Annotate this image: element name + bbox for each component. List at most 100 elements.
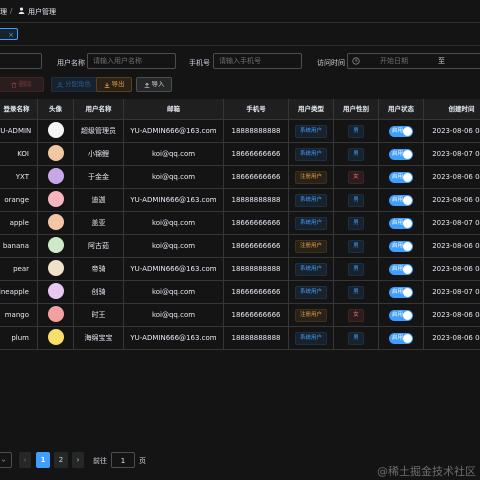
prev-page-button[interactable]: ‹ <box>19 452 31 468</box>
gender-badge: 男 <box>348 147 364 161</box>
table-row[interactable]: plum 海绵宝宝 YU-ADMIN666@163.com 18888888888 系统… <box>0 327 480 350</box>
cell-status: 启用 <box>379 189 424 212</box>
avatar[interactable] <box>47 168 64 184</box>
avatar[interactable] <box>47 260 64 276</box>
status-switch[interactable]: 启用 <box>389 286 413 298</box>
cell-user-type: 系统用户 <box>289 120 334 143</box>
cell-nickname: 盖亚 <box>74 212 124 235</box>
status-switch[interactable]: 启用 <box>389 332 413 344</box>
status-switch-label: 启用 <box>392 219 404 226</box>
table-toolbar: 删除 分配角色 导出 导入 <box>0 76 480 96</box>
next-page-button[interactable]: › <box>72 452 84 468</box>
import-button[interactable]: 导入 <box>136 77 172 92</box>
table-row[interactable]: mango 时王 koi@qq.com 18666666666 注册用户 女 启用 2023-… <box>0 304 480 327</box>
status-switch[interactable]: 启用 <box>389 240 413 252</box>
breadcrumb-separator: / <box>10 7 13 15</box>
login-name-input[interactable] <box>0 53 42 69</box>
avatar[interactable] <box>47 306 64 322</box>
user-type-badge: 注册用户 <box>294 170 327 184</box>
cell-gender: 男 <box>334 189 379 212</box>
cell-created: 2023-08-06 04:0 <box>424 258 480 281</box>
phone-input[interactable]: 请输入手机号 <box>213 53 302 69</box>
col-phone: 手机号 <box>224 99 289 119</box>
page-1-button[interactable]: 1 <box>36 452 50 468</box>
cell-user-type: 注册用户 <box>289 235 334 258</box>
tag-close-icon[interactable]: × <box>8 31 14 39</box>
table-row[interactable]: apple 盖亚 koi@qq.com 18666666666 系统用户 男 启用 2023-… <box>0 212 480 235</box>
page-2-button[interactable]: 2 <box>54 452 68 468</box>
status-switch-label: 启用 <box>392 311 404 318</box>
table-row[interactable]: ineapple 创骑 koi@qq.com 18666666666 系统用户 男 启用 20… <box>0 281 480 304</box>
table-row[interactable]: orange 迪迦 YU-ADMIN666@163.com 18888888888 系统… <box>0 189 480 212</box>
switch-knob <box>403 149 412 159</box>
user-type-badge: 系统用户 <box>294 285 327 299</box>
gender-badge: 女 <box>348 170 364 184</box>
status-switch[interactable]: 启用 <box>389 125 413 137</box>
goto-page-input[interactable]: 1 <box>111 452 135 468</box>
assign-role-button[interactable]: 分配角色 <box>51 77 97 92</box>
status-switch[interactable]: 启用 <box>389 263 413 275</box>
date-range-picker[interactable]: 开始日期 至 <box>347 53 480 69</box>
table-row[interactable]: YU-ADMIN 超级管理员YU-ADMIN666@163.com18888888… <box>0 120 480 143</box>
cell-nickname: 时王 <box>74 304 124 327</box>
export-button[interactable]: 导出 <box>96 77 132 92</box>
start-date-placeholder[interactable]: 开始日期 <box>380 54 408 68</box>
page-size-select[interactable] <box>0 452 12 468</box>
cell-gender: 男 <box>334 212 379 235</box>
cell-email: koi@qq.com <box>124 143 224 166</box>
cell-email: YU-ADMIN666@163.com <box>124 120 224 143</box>
switch-knob <box>403 172 412 182</box>
status-switch[interactable]: 启用 <box>389 309 413 321</box>
cell-status: 启用 <box>379 281 424 304</box>
goto-label: 前往 <box>93 457 107 465</box>
tag-user-management[interactable]: × <box>0 28 18 40</box>
status-switch[interactable]: 启用 <box>389 194 413 206</box>
cell-login-name: YU-ADMIN <box>0 120 38 143</box>
cell-status: 启用 <box>379 258 424 281</box>
cell-login-name: apple <box>0 212 38 235</box>
cell-avatar <box>38 189 74 212</box>
avatar[interactable] <box>47 237 64 253</box>
range-separator: 至 <box>438 57 445 65</box>
delete-button[interactable]: 删除 <box>0 77 44 92</box>
avatar[interactable] <box>47 191 64 207</box>
cell-login-name: KOI <box>0 143 38 166</box>
col-login-name: 登录名称 <box>0 99 38 119</box>
col-nickname: 用户名称 <box>74 99 124 119</box>
cell-status: 启用 <box>379 120 424 143</box>
switch-knob <box>403 241 412 251</box>
avatar[interactable] <box>47 214 64 230</box>
cell-phone: 18666666666 <box>224 304 289 327</box>
avatar[interactable] <box>47 122 64 138</box>
breadcrumb-parent[interactable]: 理 <box>0 7 7 17</box>
user-type-badge: 系统用户 <box>294 147 327 161</box>
nickname-input[interactable]: 请输入用户名称 <box>87 53 176 69</box>
cell-phone: 18666666666 <box>224 166 289 189</box>
table-row[interactable]: KOI 小锦鲤 koi@qq.com 18666666666 系统用户 男 启用 2023-0… <box>0 143 480 166</box>
cell-nickname: 海绵宝宝 <box>74 327 124 350</box>
clock-icon <box>352 57 360 65</box>
cell-created: 2023-08-06 04:0 <box>424 120 480 143</box>
cell-avatar <box>38 120 74 143</box>
watermark: @稀土掘金技术社区 <box>377 465 476 478</box>
export-button-label: 导出 <box>111 80 125 88</box>
tags-view: × <box>0 22 480 46</box>
user-type-badge: 系统用户 <box>294 193 327 207</box>
table-row[interactable]: YXT 于金金 koi@qq.com 18666666666 注册用户 女 启用 2023-0… <box>0 166 480 189</box>
status-switch[interactable]: 启用 <box>389 217 413 229</box>
status-switch[interactable]: 启用 <box>389 148 413 160</box>
user-type-badge: 注册用户 <box>294 239 327 253</box>
cell-phone: 18888888888 <box>224 120 289 143</box>
cell-nickname: 迪迦 <box>74 189 124 212</box>
time-label: 访问时间 <box>317 59 345 67</box>
avatar[interactable] <box>47 145 64 161</box>
cell-login-name: ineapple <box>0 281 38 304</box>
status-switch-label: 启用 <box>392 288 404 295</box>
avatar[interactable] <box>47 283 64 299</box>
cell-user-type: 系统用户 <box>289 281 334 304</box>
status-switch[interactable]: 启用 <box>389 171 413 183</box>
cell-gender: 男 <box>334 281 379 304</box>
table-row[interactable]: banana 阿古茹 koi@qq.com 18666666666 注册用户 男 启用 202… <box>0 235 480 258</box>
table-row[interactable]: pear 帝骑 YU-ADMIN666@163.com 18888888888 系统用户… <box>0 258 480 281</box>
avatar[interactable] <box>47 329 64 345</box>
